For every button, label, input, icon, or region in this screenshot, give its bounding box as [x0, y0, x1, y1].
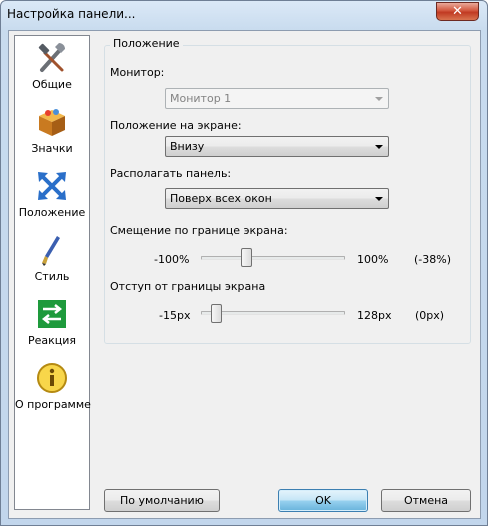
- exchange-arrows-icon: [38, 300, 66, 328]
- margin-current-value: (0px): [415, 309, 445, 322]
- offset-max-label: 100%: [357, 253, 389, 266]
- screen-position-value: Внизу: [170, 140, 205, 153]
- sidebar-item-general[interactable]: Общие: [15, 39, 89, 101]
- move-arrows-icon: [38, 172, 66, 200]
- sidebar-item-icons[interactable]: Значки: [15, 103, 89, 165]
- sidebar-item-style[interactable]: Стиль: [15, 231, 89, 293]
- panel-placement-value: Поверх всех окон: [170, 192, 272, 205]
- offset-label: Смещение по границе экрана:: [110, 224, 288, 237]
- brush-icon: [42, 236, 60, 266]
- settings-sidebar: Общие Значки Положение Стиль Реакция О п…: [14, 35, 91, 510]
- margin-slider-thumb[interactable]: [211, 304, 223, 323]
- dialog-body: Общие Значки Положение Стиль Реакция О п…: [8, 30, 481, 519]
- margin-max-label: 128px: [357, 309, 392, 322]
- screen-position-select[interactable]: Внизу: [165, 136, 389, 157]
- restore-defaults-button[interactable]: По умолчанию: [104, 489, 220, 512]
- settings-window: Настройка панели... ✕ Общие Значки Полож…: [0, 0, 488, 526]
- info-icon: [37, 363, 67, 393]
- box-icon: [39, 109, 65, 136]
- position-group-title: Положение: [110, 37, 183, 50]
- sidebar-item-reaction[interactable]: Реакция: [15, 295, 89, 357]
- close-button[interactable]: ✕: [436, 2, 479, 21]
- sidebar-item-position[interactable]: Положение: [15, 167, 89, 229]
- sidebar-item-label: О программе: [15, 398, 91, 411]
- sidebar-item-about[interactable]: О программе: [15, 359, 91, 421]
- panel-placement-select[interactable]: Поверх всех окон: [165, 188, 389, 209]
- sidebar-item-label: Общие: [32, 78, 72, 91]
- chevron-down-icon: [375, 197, 383, 201]
- offset-current-value: (-38%): [414, 253, 452, 266]
- offset-slider-thumb[interactable]: [240, 248, 252, 267]
- offset-min-label: -100%: [154, 253, 190, 266]
- monitor-label: Монитор:: [110, 66, 165, 79]
- tools-icon: [38, 43, 65, 72]
- sidebar-item-label: Стиль: [34, 270, 70, 283]
- margin-slider-track[interactable]: [201, 311, 345, 315]
- margin-label: Отступ от границы экрана: [110, 280, 266, 293]
- ok-button[interactable]: OK: [278, 489, 368, 512]
- chevron-down-icon: [375, 97, 383, 101]
- close-icon: ✕: [452, 4, 463, 19]
- sidebar-item-label: Реакция: [27, 334, 77, 347]
- monitor-select: Монитор 1: [165, 88, 389, 109]
- margin-min-label: -15px: [159, 309, 191, 322]
- sidebar-item-label: Значки: [31, 142, 73, 155]
- sidebar-item-label: Положение: [18, 206, 86, 219]
- window-title: Настройка панели...: [7, 7, 136, 21]
- panel-placement-label: Располагать панель:: [110, 167, 232, 180]
- offset-slider-track[interactable]: [201, 256, 345, 260]
- screen-position-label: Положение на экране:: [110, 119, 242, 132]
- cancel-button[interactable]: Отмена: [381, 489, 471, 512]
- title-bar[interactable]: Настройка панели... ✕: [1, 1, 487, 29]
- chevron-down-icon: [375, 145, 383, 149]
- monitor-select-value: Монитор 1: [170, 92, 232, 105]
